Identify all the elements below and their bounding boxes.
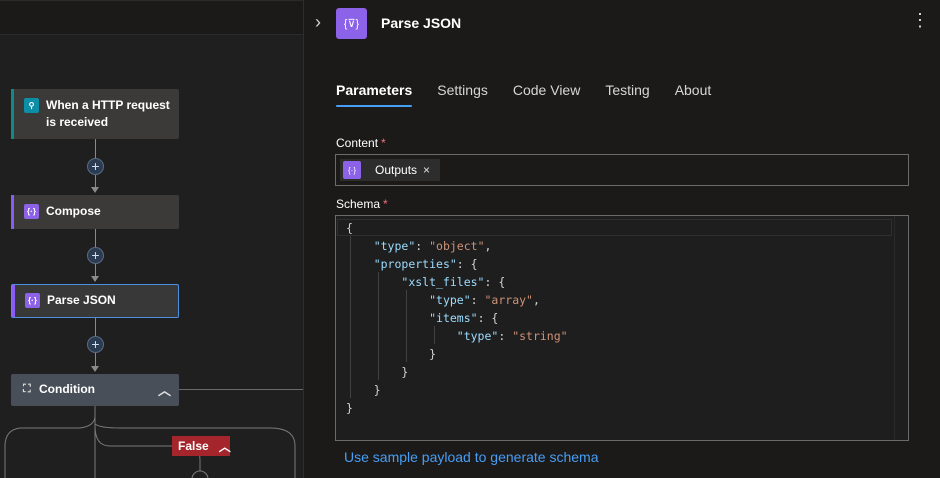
action-node-compose[interactable]: {·} Compose — [11, 195, 179, 229]
panel-tabs: Parameters Settings Code View Testing Ab… — [336, 82, 736, 107]
generate-schema-link[interactable]: Use sample payload to generate schema — [344, 449, 598, 465]
tab-code-view[interactable]: Code View — [513, 82, 580, 107]
schema-field-label: Schema * — [336, 197, 388, 211]
action-details-panel: › {⊽} Parse JSON ⋮ Parameters Settings C… — [303, 0, 940, 478]
code-line: } — [346, 383, 381, 397]
code-line: "type": "object", — [373, 239, 492, 253]
designer-canvas[interactable]: + + + ⚲ When a HTTP request is received … — [0, 0, 303, 478]
chevron-up-icon[interactable]: ︿ — [158, 380, 171, 399]
trigger-node-http-request[interactable]: ⚲ When a HTTP request is received — [11, 89, 179, 139]
false-branch-label: False — [178, 439, 209, 453]
code-line: } — [346, 347, 437, 361]
content-input[interactable]: {·} Outputs × — [335, 154, 909, 186]
editor-scrollbar[interactable] — [894, 216, 908, 440]
connector-line — [95, 139, 96, 159]
token-label: Outputs — [375, 163, 418, 177]
chevron-up-icon: ︿ — [218, 439, 231, 454]
node-label: When a HTTP request is received — [46, 98, 170, 129]
node-label: Condition — [39, 382, 95, 396]
http-request-icon: ⚲ — [24, 98, 39, 113]
action-node-parse-json[interactable]: {·} Parse JSON — [11, 284, 179, 318]
connector-line — [95, 229, 96, 247]
schema-code-editor[interactable]: { "type": "object", "properties": { "xsl… — [335, 215, 909, 441]
code-line: "type": "string" — [456, 329, 568, 343]
tab-parameters[interactable]: Parameters — [336, 82, 413, 107]
insert-step-button[interactable]: + — [87, 336, 104, 353]
arrow-down-icon — [91, 276, 99, 282]
branch-line — [179, 389, 303, 390]
canvas-toolbar — [0, 1, 303, 35]
code-line: "items": { — [429, 311, 499, 325]
code-line: { — [346, 221, 353, 235]
code-line: "properties": { — [373, 257, 478, 271]
required-marker: * — [381, 136, 386, 150]
connector-line — [95, 318, 96, 336]
branch-connectors — [4, 406, 296, 478]
compose-icon: {·} — [24, 204, 39, 219]
schema-label-text: Schema — [336, 197, 381, 211]
tab-settings[interactable]: Settings — [437, 82, 488, 107]
panel-title: Parse JSON — [381, 15, 462, 31]
insert-step-button[interactable]: + — [87, 247, 104, 264]
required-marker: * — [383, 197, 388, 211]
tab-testing[interactable]: Testing — [605, 82, 649, 107]
current-line-highlight — [337, 219, 892, 236]
more-options-icon[interactable]: ⋮ — [911, 11, 929, 29]
panel-header: › {⊽} Parse JSON ⋮ — [304, 0, 940, 46]
node-accent-bar — [12, 285, 15, 317]
connector-line — [95, 175, 96, 187]
node-accent-bar — [11, 89, 14, 139]
chevron-right-icon[interactable]: › — [315, 12, 321, 33]
false-branch-badge[interactable]: False ︿ — [172, 436, 231, 456]
code-line: "type": "array", — [429, 293, 540, 307]
outputs-token[interactable]: {·} Outputs × — [340, 159, 440, 181]
code-line: "xslt_files": { — [401, 275, 506, 289]
node-label: Parse JSON — [47, 293, 116, 307]
condition-icon: ⛶ — [23, 383, 31, 395]
content-field-label: Content * — [336, 136, 386, 150]
compose-icon: {·} — [343, 161, 361, 179]
parse-json-icon: {·} — [25, 293, 40, 308]
tab-about[interactable]: About — [675, 82, 712, 107]
control-node-condition[interactable]: ⛶ Condition ︿ — [11, 374, 179, 406]
connector-line — [95, 353, 96, 366]
node-label: Compose — [46, 204, 101, 218]
insert-step-button[interactable]: + — [87, 158, 104, 175]
remove-token-icon[interactable]: × — [423, 163, 430, 177]
code-line: } — [346, 401, 353, 415]
node-accent-bar — [11, 195, 14, 229]
arrow-down-icon — [91, 187, 99, 193]
content-label-text: Content — [336, 136, 379, 150]
code-line: } — [346, 365, 409, 379]
parse-json-icon: {⊽} — [336, 8, 367, 39]
connector-line — [95, 264, 96, 276]
arrow-down-icon — [91, 366, 99, 372]
